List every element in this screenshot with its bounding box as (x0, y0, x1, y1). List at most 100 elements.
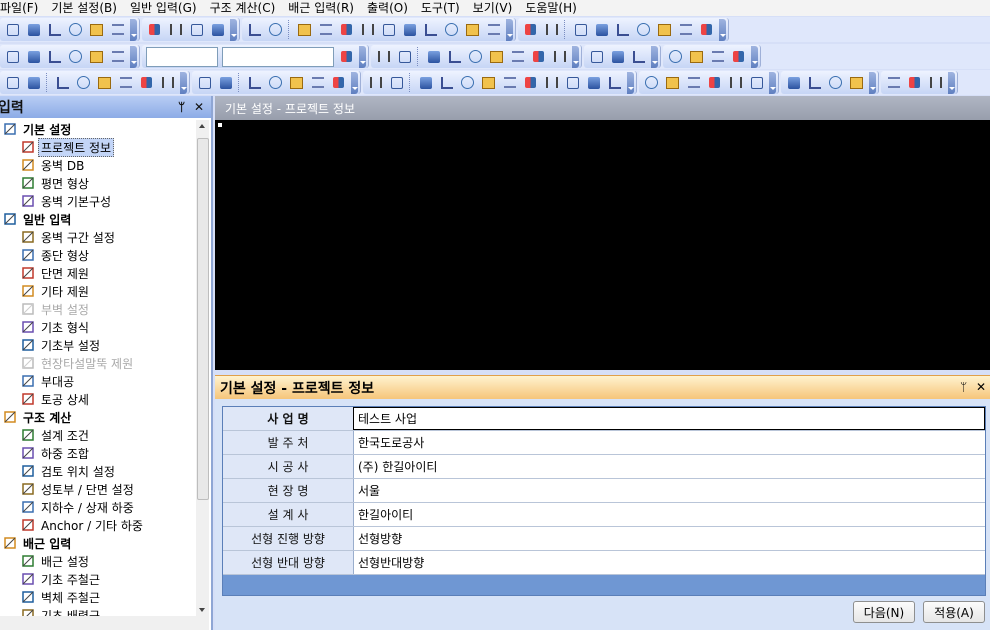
pin-icon[interactable]: ᛘ (178, 100, 185, 114)
tree-item[interactable]: 프로젝트 정보 (0, 137, 196, 157)
tool-icon[interactable] (108, 20, 127, 39)
tree-item[interactable]: 벽체 주철근 (0, 588, 196, 606)
tool-icon[interactable] (529, 47, 548, 66)
tool-icon[interactable] (424, 47, 443, 66)
tool-icon[interactable] (108, 47, 127, 66)
tree-item[interactable]: 부대공 (0, 372, 196, 390)
scroll-down-icon[interactable] (199, 608, 205, 612)
grid-row-value[interactable]: 선형방향 (354, 527, 985, 550)
tool-icon[interactable] (542, 20, 561, 39)
tool-icon[interactable] (416, 73, 435, 92)
menu-item-2[interactable]: 일반 입력(G) (124, 0, 204, 16)
toolbar-options-icon[interactable] (719, 18, 726, 41)
next-button[interactable]: 다음(N) (853, 601, 915, 623)
tool-icon[interactable] (24, 20, 43, 39)
toolbar-options-icon[interactable] (180, 71, 187, 94)
tool-icon[interactable] (500, 73, 519, 92)
tool-icon[interactable] (484, 20, 503, 39)
tool-icon[interactable] (926, 73, 945, 92)
tool-icon[interactable] (329, 73, 348, 92)
tool-icon[interactable] (316, 20, 335, 39)
tool-icon[interactable] (187, 20, 206, 39)
tool-icon[interactable] (87, 47, 106, 66)
pin-icon[interactable]: ᛘ (960, 380, 967, 394)
tree-item[interactable]: 배근 설정 (0, 552, 196, 570)
tool-icon[interactable] (613, 20, 632, 39)
tool-icon[interactable] (826, 73, 845, 92)
grid-row-value[interactable]: 테스트 사업 (353, 407, 985, 430)
tree-item[interactable]: Anchor / 기타 하중 (0, 516, 196, 534)
tool-icon[interactable] (592, 20, 611, 39)
menu-item-6[interactable]: 도구(T) (415, 0, 467, 16)
toolbar-options-icon[interactable] (359, 45, 366, 68)
tree-item[interactable]: 평면 형상 (0, 174, 196, 192)
tree-vertical-scrollbar[interactable] (196, 120, 209, 616)
grid-row-value[interactable]: 한국도로공사 (354, 431, 985, 454)
tree-item[interactable]: 기초 형식 (0, 318, 196, 336)
tree-item[interactable]: 옹벽 기본구성 (0, 192, 196, 210)
close-icon[interactable]: ✕ (976, 380, 986, 394)
tool-icon[interactable] (395, 47, 414, 66)
tool-icon[interactable] (374, 47, 393, 66)
tool-icon[interactable] (387, 73, 406, 92)
tool-icon[interactable] (295, 20, 314, 39)
tool-icon[interactable] (571, 20, 590, 39)
tree-item[interactable]: 종단 형상 (0, 246, 196, 264)
tool-icon[interactable] (729, 47, 748, 66)
tool-icon[interactable] (74, 73, 93, 92)
tree-item[interactable]: 기초 배력근 (0, 606, 196, 616)
tool-icon[interactable] (642, 73, 661, 92)
menu-item-0[interactable]: 파일(F) (0, 0, 45, 16)
menu-item-3[interactable]: 구조 계산(C) (204, 0, 283, 16)
tool-icon[interactable] (195, 73, 214, 92)
tool-icon[interactable] (3, 73, 22, 92)
tree-item[interactable]: 기초 주철근 (0, 570, 196, 588)
tool-icon[interactable] (216, 73, 235, 92)
tool-icon[interactable] (245, 20, 264, 39)
tree-category[interactable]: 구조 계산 (0, 408, 196, 426)
tree-item[interactable]: 하중 조합 (0, 444, 196, 462)
tool-icon[interactable] (137, 73, 156, 92)
tool-icon[interactable] (697, 20, 716, 39)
tool-icon[interactable] (847, 73, 866, 92)
tool-icon[interactable] (379, 20, 398, 39)
tool-icon[interactable] (245, 73, 264, 92)
tool-icon[interactable] (705, 73, 724, 92)
tool-icon[interactable] (3, 47, 22, 66)
tool-icon[interactable] (634, 20, 653, 39)
tool-icon[interactable] (358, 20, 377, 39)
toolbar-options-icon[interactable] (948, 71, 955, 94)
tool-icon[interactable] (905, 73, 924, 92)
tool-icon[interactable] (45, 47, 64, 66)
zoom-combo[interactable] (146, 46, 218, 67)
tool-icon[interactable] (587, 47, 606, 66)
tool-icon[interactable] (684, 73, 703, 92)
tree-item[interactable]: 기타 제원 (0, 282, 196, 300)
tree-item[interactable]: 부벽 설정 (0, 300, 196, 318)
menu-item-1[interactable]: 기본 설정(B) (45, 0, 124, 16)
tool-icon[interactable] (521, 20, 540, 39)
tool-icon[interactable] (24, 47, 43, 66)
tool-icon[interactable] (266, 20, 285, 39)
tool-icon[interactable] (3, 20, 22, 39)
tree-horizontal-scrollbar[interactable] (0, 616, 209, 630)
tool-icon[interactable] (24, 73, 43, 92)
tool-icon[interactable] (663, 73, 682, 92)
toolbar-options-icon[interactable] (130, 18, 137, 41)
tree-item[interactable]: 지하수 / 상재 하중 (0, 498, 196, 516)
tool-icon[interactable] (550, 47, 569, 66)
tool-icon[interactable] (45, 20, 64, 39)
tree-item[interactable]: 기초부 설정 (0, 336, 196, 354)
tool-icon[interactable] (287, 73, 306, 92)
menu-item-7[interactable]: 보기(V) (467, 0, 520, 16)
tool-icon[interactable] (784, 73, 803, 92)
tool-icon[interactable] (608, 47, 627, 66)
menu-item-8[interactable]: 도움말(H) (519, 0, 584, 16)
tool-icon[interactable] (463, 20, 482, 39)
tool-icon[interactable] (542, 73, 561, 92)
layer-combo[interactable] (222, 46, 334, 67)
tool-icon[interactable] (208, 20, 227, 39)
tool-icon[interactable] (726, 73, 745, 92)
toolbar-options-icon[interactable] (769, 71, 776, 94)
tool-icon[interactable] (166, 20, 185, 39)
